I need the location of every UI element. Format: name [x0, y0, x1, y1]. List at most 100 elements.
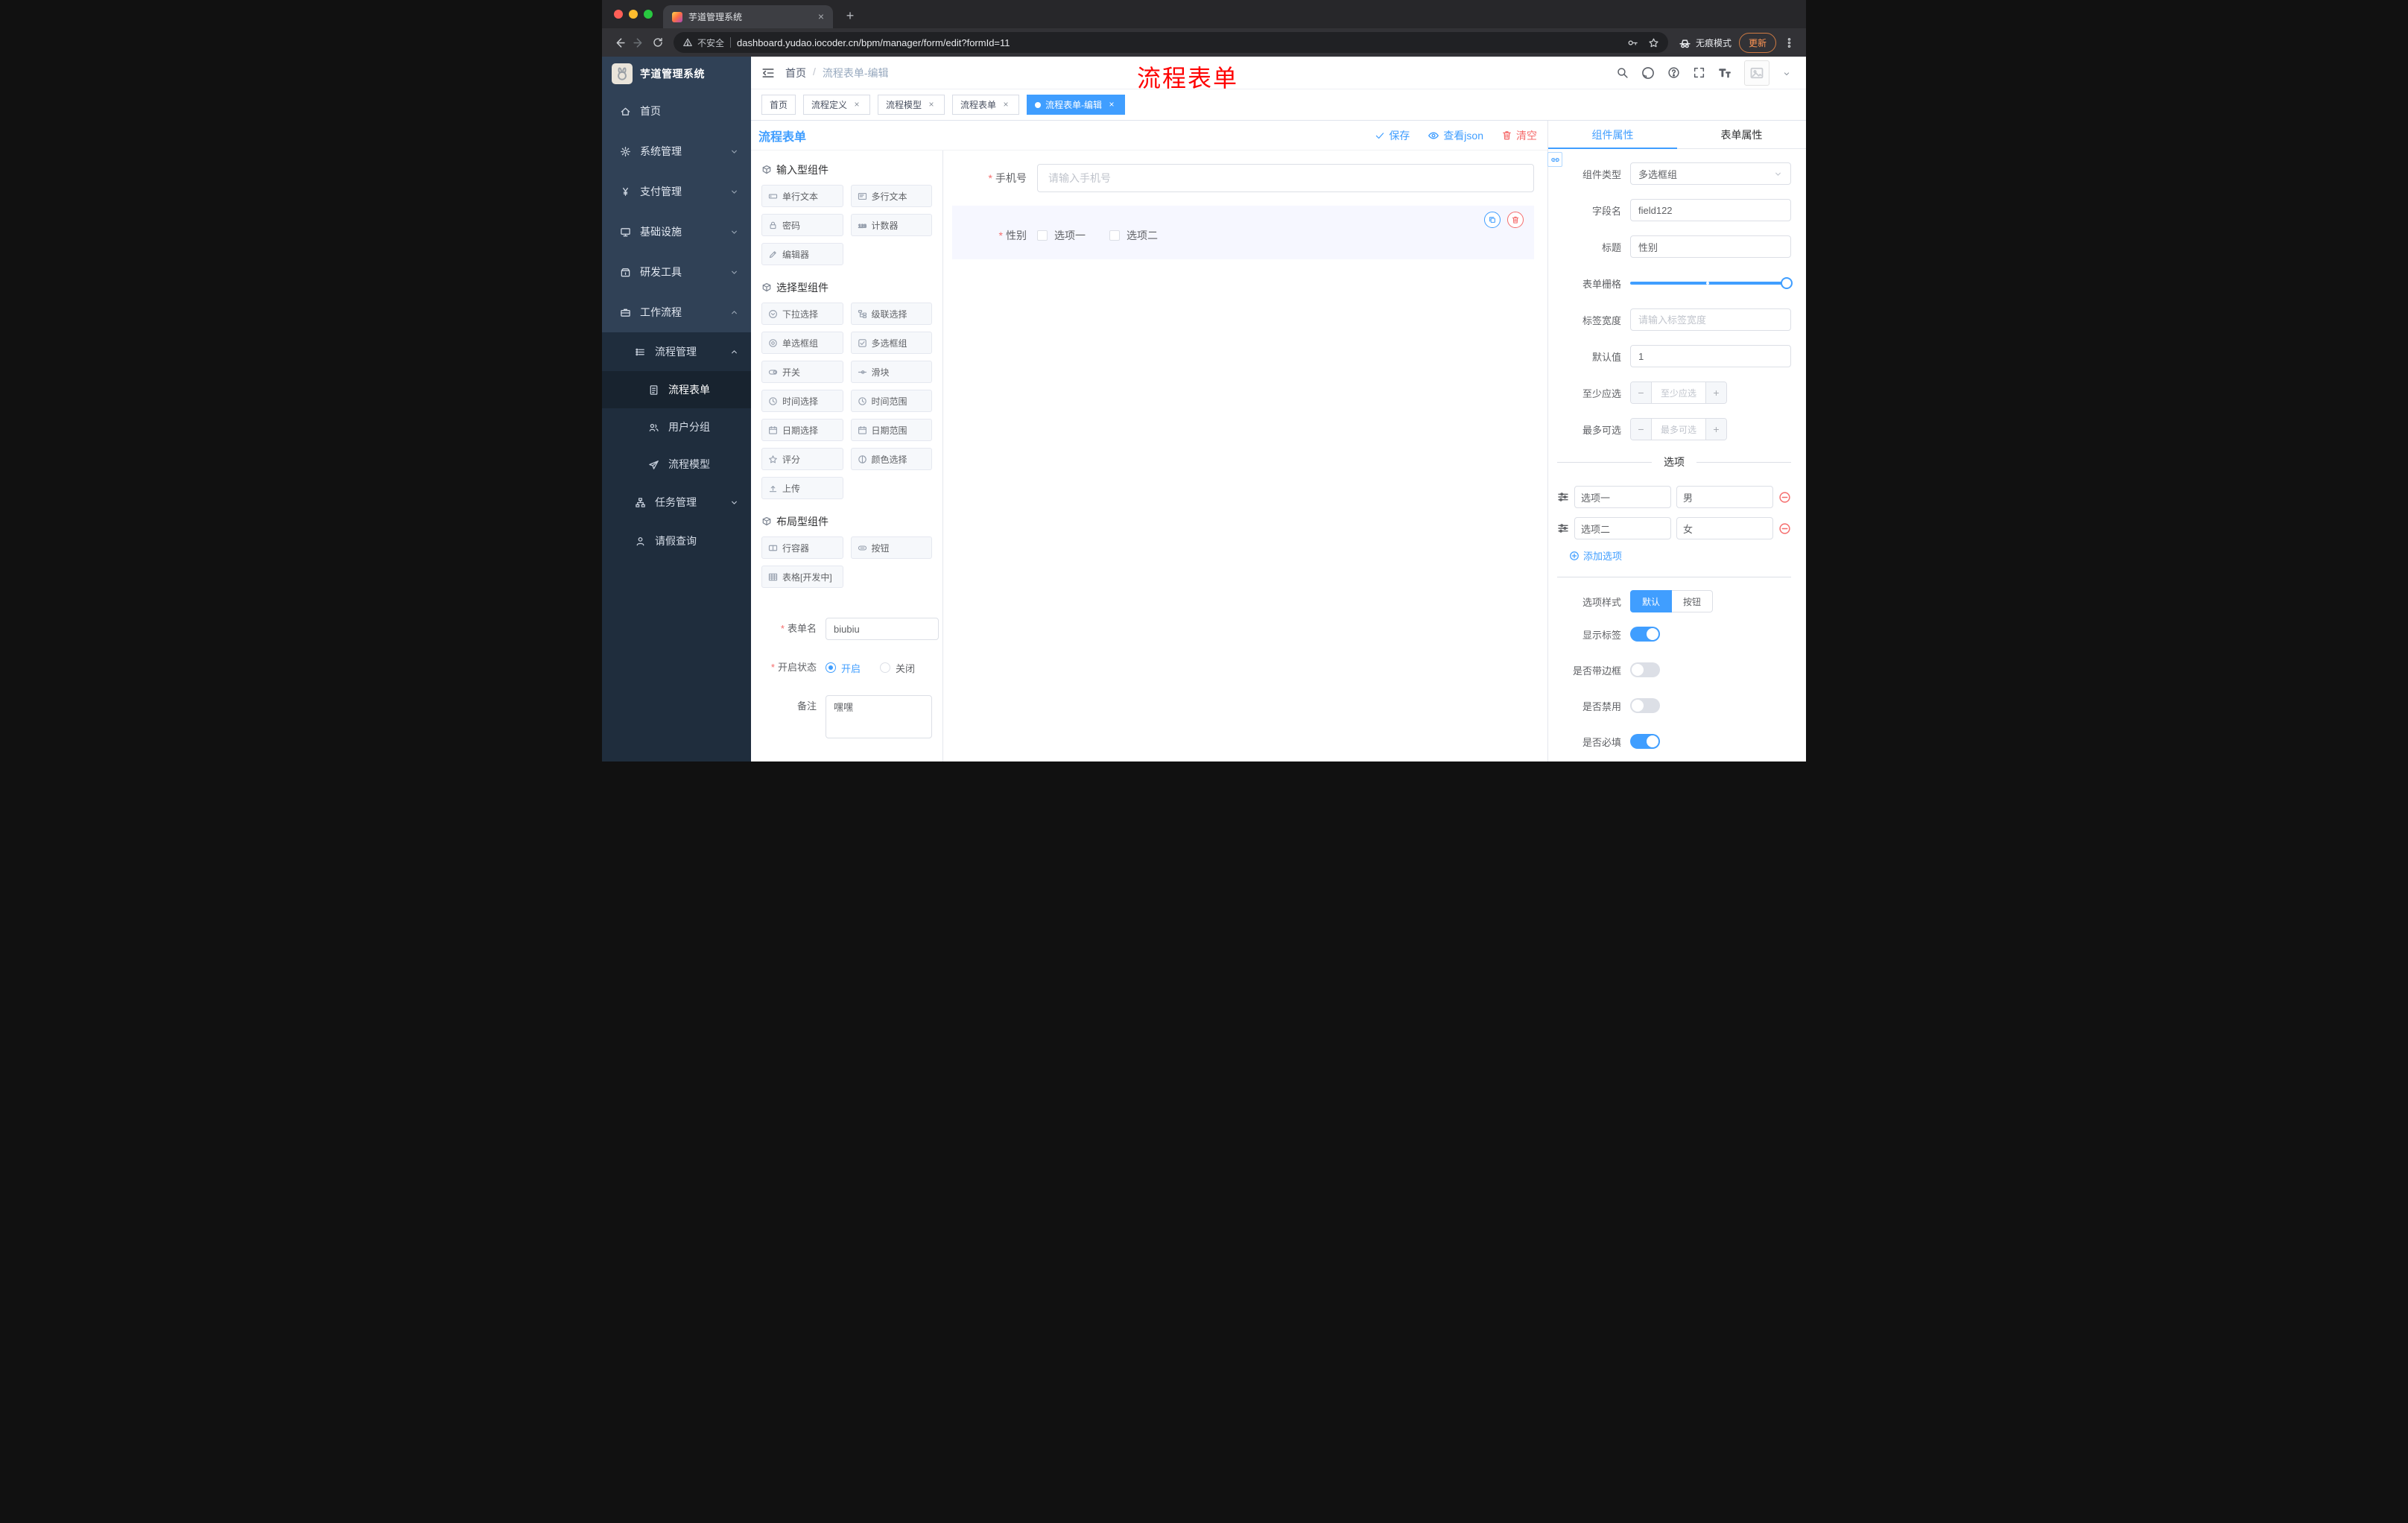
github-button[interactable]: [1641, 66, 1655, 80]
palette-item-date-range[interactable]: 日期范围: [850, 419, 932, 441]
max-select-value[interactable]: 最多可选: [1652, 419, 1705, 440]
palette-item-color-picker[interactable]: 颜色选择: [850, 448, 932, 470]
form-remark-textarea[interactable]: 嘿嘿: [826, 695, 932, 738]
canvas-field-phone[interactable]: 手机号: [952, 158, 1534, 198]
design-canvas[interactable]: 手机号 性别 选项一: [943, 151, 1547, 762]
checkbox-option-1[interactable]: 选项一: [1037, 228, 1086, 243]
sidebar-item-process-manage[interactable]: 流程管理: [602, 332, 751, 371]
checkbox-icon[interactable]: [1109, 230, 1120, 241]
panel-link-button[interactable]: [1547, 152, 1562, 167]
new-tab-button[interactable]: [840, 6, 860, 25]
save-button[interactable]: 保存: [1375, 128, 1410, 143]
tab-component-props[interactable]: 组件属性: [1548, 121, 1677, 149]
sidebar-item-workflow[interactable]: 工作流程: [602, 292, 751, 332]
sidebar-item-leave-query[interactable]: 请假查询: [602, 522, 751, 560]
default-value-input[interactable]: [1630, 345, 1791, 367]
palette-item-slider[interactable]: 滑块: [850, 361, 932, 383]
tag-process-form-edit[interactable]: 流程表单-编辑: [1027, 95, 1126, 115]
address-bar[interactable]: 不安全 dashboard.yudao.iocoder.cn/bpm/manag…: [674, 32, 1668, 53]
sidebar-item-home[interactable]: 首页: [602, 91, 751, 131]
palette-item-switch[interactable]: 开关: [761, 361, 843, 383]
palette-item-counter[interactable]: 计数器: [850, 214, 932, 236]
tag-process-definition[interactable]: 流程定义: [803, 95, 871, 115]
sidebar-item-payment[interactable]: 支付管理: [602, 171, 751, 212]
palette-item-cascader[interactable]: 级联选择: [850, 303, 932, 325]
reload-button[interactable]: [648, 33, 668, 52]
option-value-input[interactable]: [1676, 486, 1773, 508]
sidebar-logo[interactable]: 芋道管理系统: [602, 57, 751, 91]
clear-button[interactable]: 清空: [1501, 128, 1537, 143]
close-window-button[interactable]: [614, 10, 623, 19]
palette-item-input-text[interactable]: 单行文本: [761, 185, 843, 207]
user-avatar[interactable]: [1744, 60, 1769, 86]
remove-option-button[interactable]: [1778, 491, 1791, 504]
palette-item-editor[interactable]: 编辑器: [761, 243, 843, 265]
palette-item-time-picker[interactable]: 时间选择: [761, 390, 843, 412]
zoom-window-button[interactable]: [644, 10, 653, 19]
palette-item-password[interactable]: 密码: [761, 214, 843, 236]
palette-item-button[interactable]: 按钮: [850, 536, 932, 559]
phone-input[interactable]: [1037, 164, 1534, 192]
delete-component-button[interactable]: [1507, 212, 1524, 228]
style-button-button[interactable]: 按钮: [1672, 590, 1714, 612]
option-value-input[interactable]: [1676, 517, 1773, 539]
form-grid-slider[interactable]: [1630, 272, 1793, 294]
search-button[interactable]: [1616, 66, 1629, 79]
label-width-input[interactable]: [1630, 308, 1791, 331]
bookmark-star-icon[interactable]: [1648, 37, 1659, 48]
tag-home[interactable]: 首页: [761, 95, 796, 115]
field-name-input[interactable]: [1630, 199, 1791, 221]
browser-update-button[interactable]: 更新: [1738, 32, 1776, 53]
sidebar-item-system[interactable]: 系统管理: [602, 131, 751, 171]
title-input[interactable]: [1630, 235, 1791, 258]
tag-close-icon[interactable]: [852, 100, 862, 110]
radio-open[interactable]: 开启: [826, 661, 861, 675]
border-switch[interactable]: [1630, 662, 1660, 677]
drag-handle-icon[interactable]: [1557, 522, 1569, 534]
checkbox-option-2[interactable]: 选项二: [1109, 228, 1158, 243]
component-type-select[interactable]: 多选框组: [1630, 162, 1791, 185]
palette-item-time-range[interactable]: 时间范围: [850, 390, 932, 412]
tag-process-form[interactable]: 流程表单: [952, 95, 1020, 115]
sidebar-item-process-model[interactable]: 流程模型: [602, 446, 751, 483]
disabled-switch[interactable]: [1630, 698, 1660, 713]
url-text[interactable]: dashboard.yudao.iocoder.cn/bpm/manager/f…: [737, 37, 1621, 48]
add-option-button[interactable]: 添加选项: [1569, 548, 1791, 563]
show-label-switch[interactable]: [1630, 627, 1660, 642]
breadcrumb-home[interactable]: 首页: [785, 66, 806, 80]
decrease-button[interactable]: −: [1631, 382, 1652, 403]
palette-item-table[interactable]: 表格[开发中]: [761, 566, 843, 588]
tab-form-props[interactable]: 表单属性: [1677, 121, 1806, 148]
style-default-button[interactable]: 默认: [1630, 590, 1673, 612]
avatar-caret-icon[interactable]: [1782, 67, 1791, 79]
increase-button[interactable]: +: [1705, 382, 1726, 403]
increase-button[interactable]: +: [1705, 419, 1726, 440]
back-button[interactable]: [609, 33, 629, 52]
sidebar-item-process-form[interactable]: 流程表单: [602, 371, 751, 408]
sidebar-item-devtools[interactable]: 研发工具: [602, 252, 751, 292]
tag-process-model[interactable]: 流程模型: [878, 95, 945, 115]
palette-item-date-picker[interactable]: 日期选择: [761, 419, 843, 441]
browser-menu-button[interactable]: [1781, 33, 1797, 52]
checkbox-icon[interactable]: [1037, 230, 1048, 241]
remove-option-button[interactable]: [1778, 522, 1791, 535]
tag-close-icon[interactable]: [926, 100, 937, 110]
minimize-window-button[interactable]: [629, 10, 638, 19]
palette-item-radio-group[interactable]: 单选框组: [761, 332, 843, 354]
fullscreen-button[interactable]: [1693, 66, 1705, 79]
sidebar-fold-button[interactable]: [761, 66, 775, 80]
radio-closed[interactable]: 关闭: [880, 661, 915, 675]
palette-item-upload[interactable]: 上传: [761, 477, 843, 499]
password-key-icon[interactable]: [1627, 37, 1638, 48]
option-name-input[interactable]: [1574, 517, 1671, 539]
palette-item-checkbox-group[interactable]: 多选框组: [850, 332, 932, 354]
sidebar-item-user-group[interactable]: 用户分组: [602, 408, 751, 446]
palette-item-row-container[interactable]: 行容器: [761, 536, 843, 559]
forward-button[interactable]: [629, 33, 648, 52]
option-name-input[interactable]: [1574, 486, 1671, 508]
help-button[interactable]: [1667, 66, 1680, 79]
tab-close-icon[interactable]: [815, 11, 827, 23]
view-json-button[interactable]: 查看json: [1428, 128, 1483, 143]
form-name-input[interactable]: [826, 618, 939, 640]
palette-item-select[interactable]: 下拉选择: [761, 303, 843, 325]
